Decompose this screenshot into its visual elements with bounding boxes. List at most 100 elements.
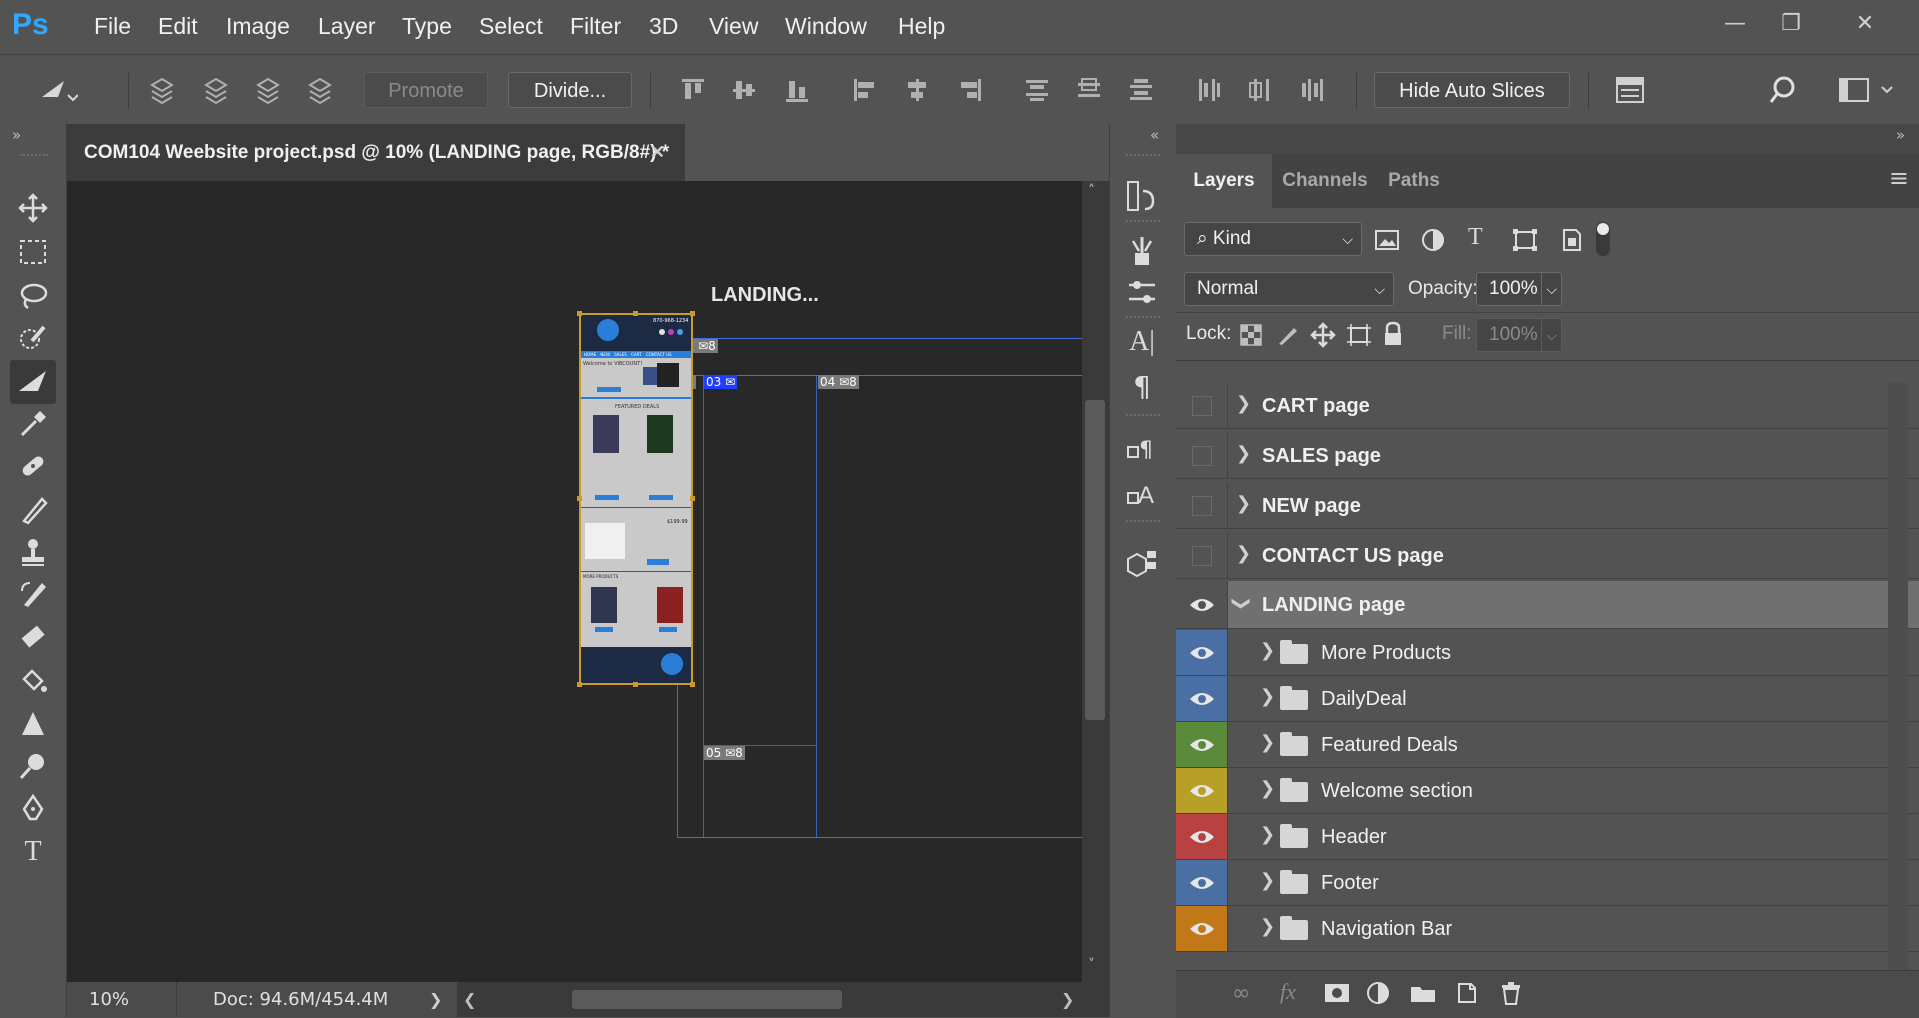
- chevron-right-icon[interactable]: ❯: [1236, 393, 1251, 414]
- marquee-tool-icon[interactable]: [10, 230, 56, 274]
- horizontal-scroll-thumb[interactable]: [572, 990, 842, 1009]
- eye-icon[interactable]: [1176, 581, 1228, 628]
- layer-group-welcome-section[interactable]: ❯ Welcome section: [1176, 768, 1919, 814]
- chevron-right-icon[interactable]: ❯: [1236, 443, 1251, 464]
- new-adjustment-layer-icon[interactable]: [1366, 981, 1390, 1005]
- tab-paths[interactable]: Paths: [1378, 154, 1450, 208]
- status-menu-icon[interactable]: ❯: [429, 982, 442, 1017]
- document-tab[interactable]: COM104 Weebsite project.psd @ 10% (LANDI…: [67, 124, 685, 181]
- menu-edit[interactable]: Edit: [158, 13, 198, 40]
- fill-input[interactable]: 100% ⌵: [1476, 318, 1562, 352]
- history-brush-tool-icon[interactable]: [10, 572, 56, 616]
- clone-stamp-tool-icon[interactable]: [10, 530, 56, 574]
- landing-page-mockup[interactable]: 870-968-1234 HOME NEW SALES CART CONTACT…: [579, 313, 693, 685]
- search-icon[interactable]: [1768, 75, 1798, 105]
- new-group-icon[interactable]: [1410, 983, 1436, 1003]
- slice-select-tool-icon[interactable]: [38, 75, 79, 105]
- paint-bucket-tool-icon[interactable]: [10, 658, 56, 702]
- chevron-right-icon[interactable]: ❯: [1236, 493, 1251, 514]
- sharpen-tool-icon[interactable]: [10, 702, 56, 746]
- chevron-down-icon[interactable]: ❯: [1231, 596, 1252, 611]
- layer-group-navigation-bar[interactable]: ❯ Navigation Bar: [1176, 906, 1919, 952]
- collapse-toolbar-icon[interactable]: »: [12, 126, 21, 144]
- pen-tool-icon[interactable]: [10, 786, 56, 830]
- hide-auto-slices-button[interactable]: Hide Auto Slices: [1374, 72, 1570, 108]
- eye-icon[interactable]: [1176, 860, 1228, 905]
- scroll-right-icon[interactable]: ❯: [1061, 982, 1074, 1017]
- distribute-hcenter-icon[interactable]: [1246, 75, 1276, 105]
- tab-layers[interactable]: Layers: [1176, 154, 1272, 208]
- layer-group-header[interactable]: ❯ Header: [1176, 814, 1919, 860]
- layer-group-sales-page[interactable]: ❯ SALES page: [1176, 433, 1919, 479]
- panel-menu-icon[interactable]: ≡: [1889, 164, 1909, 192]
- delete-layer-icon[interactable]: [1500, 981, 1522, 1005]
- eye-icon[interactable]: [1176, 906, 1228, 951]
- chevron-right-icon[interactable]: ❯: [1260, 778, 1275, 799]
- filter-smart-object-icon[interactable]: [1558, 228, 1584, 252]
- send-to-back-icon[interactable]: [304, 75, 334, 105]
- chevron-right-icon[interactable]: ❯: [1260, 732, 1275, 753]
- filter-adjustment-icon[interactable]: [1420, 228, 1446, 252]
- expand-dock-icon[interactable]: «: [1150, 126, 1159, 144]
- lock-position-icon[interactable]: [1310, 322, 1336, 348]
- distribute-left-icon[interactable]: [1194, 75, 1224, 105]
- 3d-panel-icon[interactable]: [1124, 542, 1160, 582]
- send-backward-icon[interactable]: [252, 75, 282, 105]
- promote-button[interactable]: Promote: [364, 72, 488, 108]
- menu-select[interactable]: Select: [479, 13, 543, 40]
- move-tool-icon[interactable]: [10, 186, 56, 230]
- chevron-right-icon[interactable]: ❯: [1260, 686, 1275, 707]
- visibility-toggle[interactable]: [1176, 433, 1228, 478]
- scroll-up-icon[interactable]: ˄: [1088, 183, 1095, 199]
- slice-label-03[interactable]: 03 ✉: [704, 375, 738, 389]
- vertical-scroll-thumb[interactable]: [1085, 400, 1105, 720]
- menu-layer[interactable]: Layer: [318, 13, 376, 40]
- layers-scrollbar[interactable]: [1888, 383, 1908, 970]
- opacity-input[interactable]: 100% ⌵: [1476, 272, 1562, 306]
- menu-filter[interactable]: Filter: [570, 13, 621, 40]
- paragraph-styles-icon[interactable]: ¶: [1124, 430, 1160, 470]
- distribute-bottom-icon[interactable]: [1126, 75, 1156, 105]
- menu-window[interactable]: Window: [785, 13, 867, 40]
- character-styles-icon[interactable]: A: [1124, 474, 1160, 514]
- align-right-icon[interactable]: [954, 75, 984, 105]
- slice-label-05[interactable]: 05 ✉8: [704, 746, 745, 760]
- lock-artboard-icon[interactable]: [1346, 323, 1372, 347]
- filter-type-icon[interactable]: T: [1468, 224, 1483, 251]
- type-tool-icon[interactable]: T: [10, 830, 56, 874]
- layer-group-dailydeal[interactable]: ❯ DailyDeal: [1176, 676, 1919, 722]
- slice-label-04[interactable]: 04 ✉8: [818, 375, 859, 389]
- workspace-switcher-icon[interactable]: [1838, 75, 1898, 105]
- layer-group-cart-page[interactable]: ❯ CART page: [1176, 383, 1919, 429]
- eye-icon[interactable]: [1176, 630, 1228, 675]
- new-layer-icon[interactable]: [1456, 981, 1478, 1005]
- restore-icon[interactable]: ❐: [1768, 6, 1814, 42]
- paragraph-panel-icon[interactable]: ¶: [1124, 366, 1160, 406]
- tab-channels[interactable]: Channels: [1274, 154, 1376, 208]
- link-layers-icon[interactable]: ∞: [1232, 981, 1250, 1006]
- brush-presets-icon[interactable]: [1124, 230, 1160, 270]
- dodge-tool-icon[interactable]: [10, 744, 56, 788]
- layer-group-contact-us-page[interactable]: ❯ CONTACT US page: [1176, 533, 1919, 579]
- brush-tool-icon[interactable]: [10, 488, 56, 532]
- history-panel-icon[interactable]: [1124, 176, 1160, 216]
- layer-style-icon[interactable]: fx: [1280, 979, 1296, 1005]
- quick-selection-tool-icon[interactable]: [10, 316, 56, 360]
- chevron-right-icon[interactable]: ❯: [1260, 640, 1275, 661]
- visibility-toggle[interactable]: [1176, 533, 1228, 578]
- divide-button[interactable]: Divide...: [508, 72, 632, 108]
- eye-icon[interactable]: [1176, 722, 1228, 767]
- filter-toggle[interactable]: [1596, 222, 1610, 256]
- blend-mode-select[interactable]: Normal ⌵: [1184, 272, 1394, 306]
- character-panel-icon[interactable]: A|: [1124, 322, 1160, 362]
- scroll-left-icon[interactable]: ❮: [463, 982, 476, 1017]
- layer-group-featured-deals[interactable]: ❯ Featured Deals: [1176, 722, 1919, 768]
- align-left-icon[interactable]: [850, 75, 880, 105]
- filter-pixel-icon[interactable]: [1374, 228, 1400, 252]
- distribute-right-icon[interactable]: [1298, 75, 1328, 105]
- eye-icon[interactable]: [1176, 768, 1228, 813]
- layer-group-footer[interactable]: ❯ Footer: [1176, 860, 1919, 906]
- menu-file[interactable]: File: [94, 13, 131, 40]
- close-document-icon[interactable]: ✕: [650, 124, 665, 181]
- chevron-right-icon[interactable]: ❯: [1260, 824, 1275, 845]
